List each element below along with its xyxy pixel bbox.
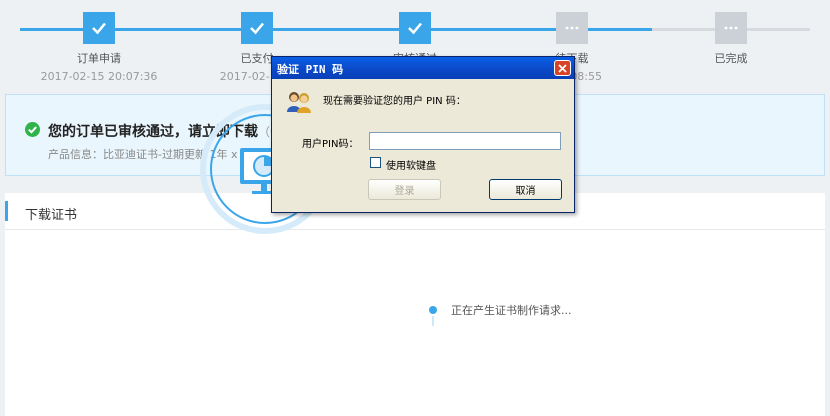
cancel-button[interactable]: 取消 bbox=[489, 179, 562, 200]
dialog-prompt: 现在需要验证您的用户 PIN 码： bbox=[323, 96, 466, 107]
progress-line bbox=[432, 316, 434, 326]
step-time: 2017-02-15 20:07:36 bbox=[40, 70, 158, 83]
close-icon bbox=[558, 63, 567, 73]
soft-keyboard-checkbox[interactable] bbox=[370, 157, 381, 168]
ellipsis-icon bbox=[556, 12, 588, 44]
step-label: 已完成 bbox=[714, 52, 748, 65]
download-certificate-panel: 下载证书 bbox=[5, 193, 825, 416]
header-accent-bar bbox=[5, 201, 8, 221]
step-completed: 已完成 bbox=[651, 12, 811, 70]
panel-title: 下载证书 bbox=[25, 208, 78, 223]
soft-keyboard-label[interactable]: 使用软键盘 bbox=[386, 157, 436, 172]
progress-dot bbox=[429, 306, 437, 314]
step-label: 订单申请 bbox=[77, 52, 121, 65]
success-check-icon bbox=[25, 122, 40, 137]
dialog-title: 验证 PIN 码 bbox=[277, 63, 344, 76]
close-button[interactable] bbox=[554, 60, 571, 76]
pin-input[interactable] bbox=[369, 132, 561, 150]
login-button[interactable]: 登录 bbox=[368, 179, 441, 200]
check-icon bbox=[83, 12, 115, 44]
dialog-titlebar[interactable]: 验证 PIN 码 bbox=[272, 57, 574, 79]
pin-label: 用户PIN码： bbox=[302, 139, 359, 150]
step-order-apply: 订单申请 2017-02-15 20:07:36 bbox=[19, 12, 179, 83]
progress-text: 正在产生证书制作请求... bbox=[451, 304, 572, 317]
ellipsis-icon bbox=[715, 12, 747, 44]
pin-verify-dialog: 验证 PIN 码 现在需要验证您的用户 PIN 码： 用户PIN码： 使用软键盘… bbox=[271, 56, 575, 213]
check-icon bbox=[241, 12, 273, 44]
check-icon bbox=[399, 12, 431, 44]
users-icon bbox=[287, 92, 311, 113]
